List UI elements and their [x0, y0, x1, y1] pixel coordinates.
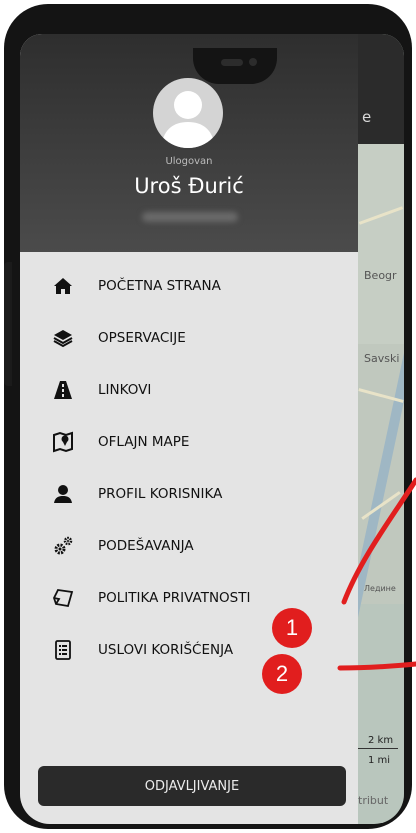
- menu-item-label: PODEŠAVANJA: [98, 538, 194, 554]
- gears-icon: [50, 533, 76, 559]
- home-icon: [50, 273, 76, 299]
- menu-item-offline-maps[interactable]: OFLAJN MAPE: [20, 416, 358, 468]
- map-pin-icon: [50, 429, 76, 455]
- scale-km: 2 km: [368, 735, 394, 746]
- front-camera: [249, 58, 257, 66]
- scale-mi: 1 mi: [368, 755, 391, 766]
- layers-icon: [50, 325, 76, 351]
- app-bar-title-fragment: e: [362, 108, 372, 126]
- map-scale-bar: 2 km 1 mi: [358, 735, 398, 789]
- logout-button[interactable]: ODJAVLJIVANJE: [38, 766, 346, 806]
- phone-notch: [193, 48, 277, 84]
- map-app-bar: e: [358, 34, 404, 144]
- map-view[interactable]: e Beogr Savski Ледине 2 km 1 mi tribut: [332, 34, 404, 824]
- map-label: Beogr: [364, 269, 397, 282]
- user-icon: [50, 481, 76, 507]
- list-doc-icon: [50, 637, 76, 663]
- map-tile: [358, 144, 404, 344]
- speaker: [221, 59, 243, 66]
- blurred-email: [142, 212, 238, 222]
- menu-item-observations[interactable]: OPSERVACIJE: [20, 312, 358, 364]
- menu-item-links[interactable]: LINKOVI: [20, 364, 358, 416]
- map-label: Savski: [364, 352, 400, 365]
- map-label: Ледине: [364, 584, 396, 593]
- menu-item-settings[interactable]: PODEŠAVANJA: [20, 520, 358, 572]
- menu-item-label: OFLAJN MAPE: [98, 434, 190, 450]
- road-icon: [50, 377, 76, 403]
- menu-item-label: LINKOVI: [98, 382, 152, 398]
- logged-in-label: Ulogovan: [165, 156, 213, 167]
- menu-item-label: PROFIL KORISNIKA: [98, 486, 223, 502]
- menu-item-label: POLITIKA PRIVATNOSTI: [98, 590, 251, 606]
- user-silhouette-icon: [161, 91, 215, 148]
- annotation-badge-2: 2: [262, 654, 302, 694]
- avatar: [153, 78, 223, 148]
- annotation-badge-1: 1: [272, 608, 312, 648]
- menu-item-label: OPSERVACIJE: [98, 330, 186, 346]
- navigation-drawer: Ulogovan Uroš Đurić POČETNA STRANA OPSER…: [20, 34, 358, 824]
- menu-item-home[interactable]: POČETNA STRANA: [20, 260, 358, 312]
- map-attribution: tribut: [358, 794, 389, 807]
- phone-frame: e Beogr Savski Ледине 2 km 1 mi tribut U…: [4, 4, 412, 829]
- menu-item-user-profile[interactable]: PROFIL KORISNIKA: [20, 468, 358, 520]
- menu-item-label: POČETNA STRANA: [98, 278, 221, 294]
- user-name: Uroš Đurić: [134, 174, 244, 198]
- sticky-note-icon: [50, 585, 76, 611]
- menu-item-label: USLOVI KORIŠĆENJA: [98, 642, 234, 658]
- phone-side-button: [4, 262, 12, 386]
- drawer-header: Ulogovan Uroš Đurić: [20, 34, 358, 252]
- phone-screen: e Beogr Savski Ледине 2 km 1 mi tribut U…: [20, 34, 404, 824]
